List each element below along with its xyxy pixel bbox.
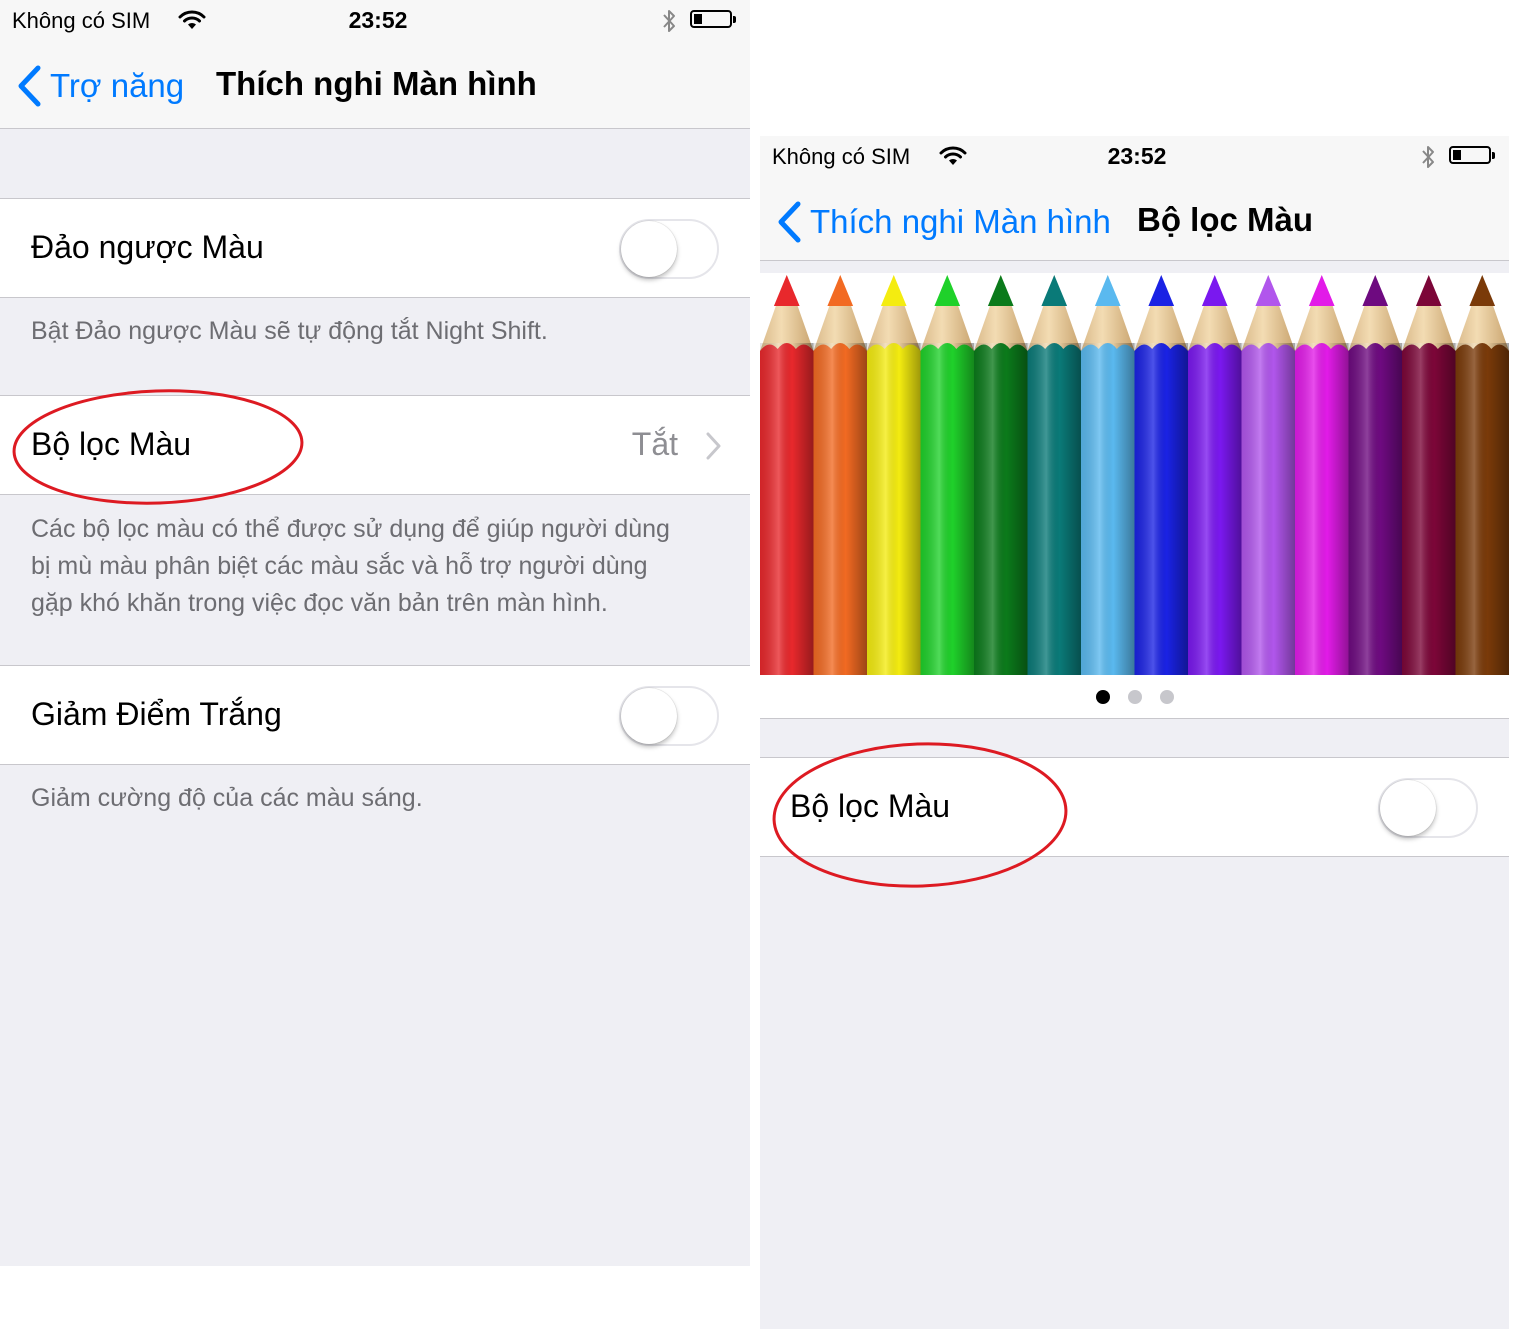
pencil-3: [867, 275, 921, 675]
invert-colors-toggle[interactable]: [619, 219, 719, 279]
pencil-9: [1188, 275, 1242, 675]
color-filters-toggle[interactable]: [1378, 778, 1478, 838]
toggle-knob: [621, 688, 677, 744]
pencil-10: [1241, 275, 1295, 675]
page-dot-2[interactable]: [1127, 689, 1142, 704]
toggle-knob: [621, 221, 677, 277]
navigation-bar: Thích nghi Màn hình Bộ lọc Màu: [760, 178, 1509, 261]
bluetooth-icon: [663, 10, 675, 32]
pencil-8: [1134, 275, 1188, 675]
back-button-label: Trợ năng: [50, 67, 185, 104]
battery-icon: [690, 10, 736, 28]
back-button[interactable]: Trợ năng: [16, 64, 184, 108]
pencil-2: [813, 275, 867, 675]
pencil-5: [974, 275, 1028, 675]
back-button[interactable]: Thích nghi Màn hình: [776, 200, 1111, 244]
footer-line: Các bộ lọc màu có thể được sử dụng để gi…: [31, 515, 670, 543]
pencil-12: [1348, 275, 1402, 675]
pencil-7: [1081, 275, 1135, 675]
toggle-knob: [1380, 780, 1436, 836]
reduce-white-point-label: Giảm Điểm Trắng: [31, 696, 282, 732]
status-bar: Không có SIM 23:52: [760, 136, 1509, 178]
pencil-14: [1455, 275, 1509, 675]
pencil-11: [1295, 275, 1349, 675]
page-dot-3[interactable]: [1159, 689, 1174, 704]
pencil-4: [920, 275, 974, 675]
page-title: Bộ lọc Màu: [1137, 201, 1314, 238]
chevron-left-icon: [18, 65, 41, 107]
clock-label: 23:52: [348, 7, 408, 33]
page-title: Thích nghi Màn hình: [216, 65, 537, 102]
battery-icon: [1449, 146, 1495, 164]
back-button-label: Thích nghi Màn hình: [810, 203, 1111, 240]
invert-colors-label: Đảo ngược Màu: [31, 229, 264, 265]
pencil-1: [760, 275, 814, 675]
color-filters-screen: Không có SIM 23:52 Thích nghi Màn hình B…: [760, 136, 1509, 1329]
navigation-bar: Trợ năng Thích nghi Màn hình: [0, 42, 750, 129]
bluetooth-icon: [1422, 146, 1434, 168]
page-control[interactable]: [760, 675, 1509, 719]
color-filters-footer: Các bộ lọc màu có thể được sử dụng để gi…: [31, 511, 720, 622]
status-bar: Không có SIM 23:52: [0, 0, 750, 42]
invert-colors-cell: Đảo ngược Màu: [0, 198, 750, 298]
color-filters-cell: Bộ lọc Màu: [760, 757, 1509, 857]
color-filters-cell[interactable]: Bộ lọc Màu Tắt: [0, 395, 750, 495]
wifi-icon: [939, 146, 967, 165]
chevron-right-icon: [706, 432, 721, 460]
color-pencils-image: [760, 275, 1509, 675]
chevron-left-icon: [778, 201, 801, 243]
color-pencils-preview[interactable]: [760, 273, 1509, 675]
reduce-white-point-footer: Giảm cường độ của các màu sáng.: [31, 784, 423, 812]
color-filters-label: Bộ lọc Màu: [790, 788, 951, 824]
invert-colors-footer: Bật Đảo ngược Màu sẽ tự động tắt Night S…: [31, 317, 548, 345]
carrier-label: Không có SIM: [772, 144, 911, 169]
reduce-white-point-toggle[interactable]: [619, 686, 719, 746]
page-dot-1[interactable]: [1095, 689, 1110, 704]
pencil-13: [1402, 275, 1456, 675]
pencil-6: [1027, 275, 1081, 675]
color-filters-value: Tắt: [631, 426, 678, 462]
footer-line: gặp khó khăn trong việc đọc văn bản trên…: [31, 589, 608, 617]
reduce-white-point-cell: Giảm Điểm Trắng: [0, 665, 750, 765]
display-accommodations-screen: Không có SIM 23:52 Trợ năng Thích nghi M…: [0, 0, 750, 1266]
carrier-label: Không có SIM: [12, 8, 151, 33]
footer-line: bị mù màu phân biệt các màu sắc và hỗ tr…: [31, 552, 648, 580]
clock-label: 23:52: [1107, 143, 1167, 169]
wifi-icon: [178, 10, 206, 29]
color-filters-label: Bộ lọc Màu: [31, 426, 192, 462]
